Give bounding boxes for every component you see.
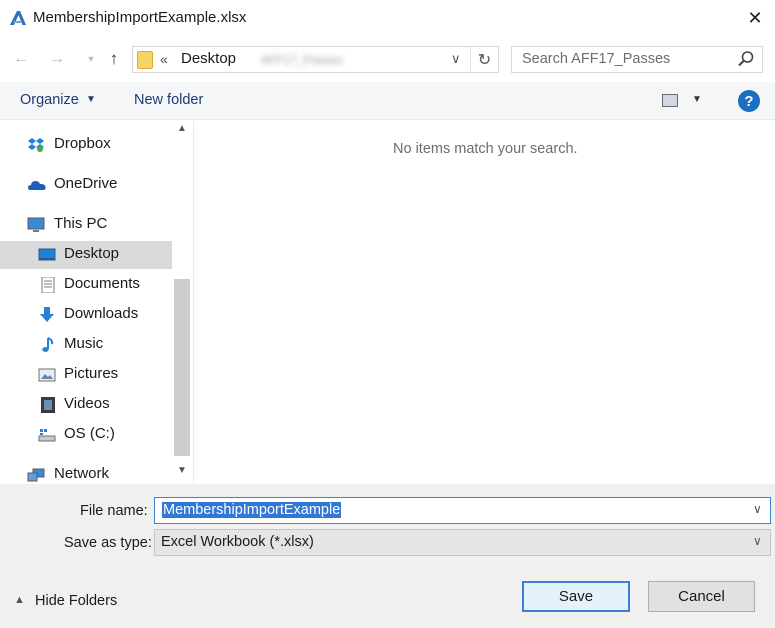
nav-item-os-c[interactable]: OS (C:)	[0, 421, 172, 449]
organize-button[interactable]: Organize	[20, 92, 79, 108]
onedrive-icon	[28, 181, 46, 190]
nav-item-desktop[interactable]: Desktop	[0, 241, 172, 269]
file-name-label: File name:	[80, 503, 148, 519]
videos-icon	[41, 397, 55, 413]
breadcrumb-desktop[interactable]: Desktop	[181, 50, 236, 67]
navigation-pane: Dropbox OneDrive This PC Desktop Documen…	[0, 121, 194, 484]
nav-item-dropbox[interactable]: Dropbox	[0, 131, 172, 159]
file-list-pane[interactable]: No items match your search.	[194, 121, 775, 484]
up-arrow-icon[interactable]: ↑	[103, 48, 125, 70]
pictures-icon	[38, 368, 56, 382]
nav-item-label: This PC	[54, 215, 108, 232]
chevron-down-icon[interactable]: ∨	[753, 534, 762, 548]
close-button[interactable]: ✕	[740, 4, 770, 32]
hide-folders-button[interactable]: ▲ Hide Folders	[12, 591, 142, 613]
nav-item-label: Desktop	[64, 245, 120, 262]
scroll-down-icon[interactable]: ▼	[175, 465, 189, 479]
nav-scrollbar[interactable]: ▲ ▼	[172, 121, 192, 484]
music-icon	[42, 337, 54, 352]
command-toolbar: Organize ▼ New folder ▼ ?	[0, 82, 775, 120]
file-name-value[interactable]: MembershipImportExample	[162, 502, 342, 518]
refresh-icon[interactable]: ↻	[470, 47, 498, 72]
address-bar[interactable]: « Desktop AFF17_Passes ∨ ↻	[132, 46, 499, 73]
downloads-icon	[40, 307, 54, 322]
save-as-type-value: Excel Workbook (*.xlsx)	[161, 534, 314, 550]
search-input[interactable]: Search AFF17_Passes	[511, 46, 763, 73]
nav-item-music[interactable]: Music	[0, 331, 172, 359]
help-icon[interactable]: ?	[738, 90, 760, 112]
dropbox-icon	[28, 138, 44, 152]
forward-arrow-icon[interactable]: →	[46, 48, 68, 70]
cancel-button[interactable]: Cancel	[648, 581, 755, 612]
nav-item-documents[interactable]: Documents	[0, 271, 172, 299]
search-placeholder: Search AFF17_Passes	[522, 51, 671, 67]
nav-item-this-pc[interactable]: This PC	[0, 211, 172, 239]
window-title: MembershipImportExample.xlsx	[33, 9, 247, 26]
nav-item-videos[interactable]: Videos	[0, 391, 172, 419]
network-icon	[27, 468, 45, 482]
title-bar: MembershipImportExample.xlsx ✕	[0, 0, 775, 36]
new-folder-button[interactable]: New folder	[134, 92, 203, 108]
nav-item-label: OS (C:)	[64, 425, 115, 442]
chevron-down-icon[interactable]: ▼	[86, 94, 96, 105]
app-logo-icon	[10, 11, 26, 25]
chevron-down-icon[interactable]: ∨	[451, 51, 461, 67]
drive-icon	[38, 429, 56, 442]
chevron-up-icon: ▲	[14, 594, 25, 606]
computer-icon	[27, 217, 45, 232]
nav-item-label: Network	[54, 465, 110, 482]
nav-item-onedrive[interactable]: OneDrive	[0, 171, 172, 199]
breadcrumb-overflow[interactable]: «	[160, 51, 168, 67]
hide-folders-label: Hide Folders	[35, 593, 118, 609]
nav-item-downloads[interactable]: Downloads	[0, 301, 172, 329]
chevron-down-icon[interactable]: ∨	[753, 502, 762, 516]
save-options-panel: File name: MembershipImportExample ∨ Sav…	[0, 484, 775, 628]
nav-item-pictures[interactable]: Pictures	[0, 361, 172, 389]
nav-item-label: Downloads	[64, 305, 139, 322]
documents-icon	[41, 277, 55, 293]
nav-item-network[interactable]: Network	[0, 461, 172, 484]
file-name-field[interactable]: MembershipImportExample ∨	[154, 497, 771, 524]
empty-message: No items match your search.	[393, 141, 578, 157]
recent-locations-icon[interactable]: ▾	[80, 48, 102, 70]
folder-icon	[137, 51, 153, 69]
address-row: ← → ▾ ↑ « Desktop AFF17_Passes ∨ ↻ Searc…	[0, 38, 775, 80]
nav-item-label: Music	[64, 335, 104, 352]
save-as-type-label: Save as type:	[64, 535, 152, 551]
save-button[interactable]: Save	[522, 581, 630, 612]
desktop-icon	[38, 248, 56, 261]
save-as-type-select[interactable]: Excel Workbook (*.xlsx) ∨	[154, 529, 771, 556]
back-arrow-icon[interactable]: ←	[10, 48, 32, 70]
nav-item-label: OneDrive	[54, 175, 118, 192]
nav-item-label: Dropbox	[54, 135, 111, 152]
scroll-up-icon[interactable]: ▲	[175, 123, 189, 137]
view-options-icon[interactable]	[662, 94, 678, 107]
breadcrumb-current-folder[interactable]: AFF17_Passes	[261, 53, 343, 67]
nav-item-label: Videos	[64, 395, 110, 412]
chevron-down-icon[interactable]: ▼	[692, 94, 702, 105]
search-icon[interactable]	[736, 49, 756, 69]
nav-item-label: Pictures	[64, 365, 119, 382]
nav-item-label: Documents	[64, 275, 140, 292]
scroll-thumb[interactable]	[174, 279, 190, 456]
